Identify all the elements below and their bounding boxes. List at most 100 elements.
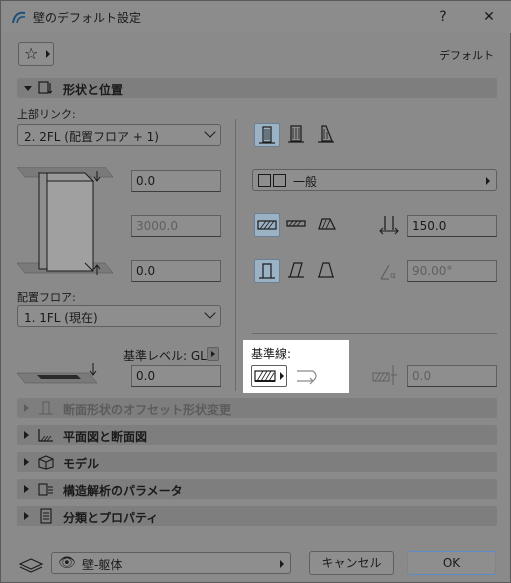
favorites-button[interactable]: ☆ (18, 42, 54, 66)
double-slant-icon (318, 262, 334, 278)
title-bar: 壁のデフォルト設定 ? ✕ (1, 1, 511, 33)
eye-icon: 👁 (58, 555, 76, 571)
profile-complex-button[interactable] (314, 213, 340, 237)
reference-line-label: 基準線: (251, 347, 292, 361)
flip-direction-icon[interactable] (293, 365, 323, 387)
default-label: デフォルト (439, 49, 494, 62)
structure-square-icon (258, 174, 271, 187)
wall-type-trapezoid-button[interactable] (284, 123, 310, 147)
geometry-positioning-icon (38, 81, 53, 94)
star-icon: ☆ (24, 44, 39, 63)
reference-level-value: 0.0 (136, 369, 156, 383)
top-link-dropdown[interactable]: 2. 2FL (配置フロア + 1) (17, 124, 221, 146)
reference-level-label: 基準レベル: GL (123, 349, 207, 363)
classification-document-icon (40, 508, 52, 524)
reference-line-icon (254, 370, 276, 382)
composite-profile-icon (286, 220, 306, 227)
wall-height-value: 3000.0 (136, 219, 178, 233)
trapezoid-wall-icon (288, 125, 304, 143)
model-box-icon (38, 455, 54, 470)
plan-section-icon (38, 429, 53, 442)
wall-height-diagram (17, 167, 114, 275)
wall-height-field: 3000.0 (131, 215, 221, 237)
wall-tool-icon (12, 11, 26, 24)
section-model-header[interactable]: モデル (17, 452, 497, 472)
wall-default-settings-dialog: 壁のデフォルト設定 ? ✕ ☆ デフォルト 形状と位置 上部リンク: 2. 2F… (0, 0, 511, 583)
ok-button[interactable]: OK (407, 551, 496, 575)
section-model-label: モデル (63, 457, 100, 471)
reference-level-diagram (17, 363, 98, 384)
slant-straight-button[interactable] (254, 259, 280, 283)
section-classification-header[interactable]: 分類とプロパティ (17, 506, 497, 526)
reference-line-divider (252, 333, 497, 334)
top-link-label: 上部リンク: (17, 108, 76, 121)
section-profile-offset-label: 断面形状のオフセット形状変更 (63, 403, 232, 417)
structure-type-dropdown[interactable]: 一般 (252, 169, 497, 191)
chevron-down-icon (204, 307, 216, 319)
complex-profile-icon (318, 218, 336, 230)
section-structural-label: 構造解析のパラメータ (63, 484, 183, 498)
top-offset-value: 0.0 (136, 174, 156, 188)
slant-angle-value: 90.00° (412, 264, 453, 278)
layer-icon (18, 558, 44, 573)
thickness-value: 150.0 (412, 219, 447, 233)
close-button[interactable]: ✕ (471, 5, 507, 29)
thickness-field[interactable]: 150.0 (407, 215, 497, 237)
expand-arrow-icon (24, 485, 29, 493)
section-geometry-header[interactable]: 形状と位置 (17, 78, 497, 98)
section-plan-section-label: 平面図と断面図 (63, 430, 148, 444)
reference-offset-field: 0.0 (407, 365, 497, 387)
expand-arrow-icon (24, 86, 32, 91)
layer-value: 壁-躯体 (82, 558, 123, 572)
home-story-value: 1. 1FL (現在) (24, 311, 98, 325)
chevron-down-icon (204, 126, 216, 138)
bottom-offset-value: 0.0 (136, 264, 156, 278)
slant-angle-icon: α (380, 264, 396, 281)
wall-type-polygonal-button[interactable] (314, 123, 340, 147)
profile-offset-icon (39, 401, 53, 415)
section-plan-section-header[interactable]: 平面図と断面図 (17, 425, 497, 445)
single-slant-icon (288, 262, 304, 278)
triangle-right-icon (280, 372, 284, 380)
slant-single-button[interactable] (284, 259, 310, 283)
section-profile-offset-header: 断面形状のオフセット形状変更 (17, 398, 497, 418)
structure-square-icon (273, 174, 286, 187)
polygonal-wall-icon (318, 125, 334, 143)
slant-angle-field: 90.00° (407, 260, 497, 282)
triangle-right-icon (46, 50, 50, 58)
help-button[interactable]: ? (425, 5, 461, 29)
section-geometry-label: 形状と位置 (63, 83, 124, 97)
top-link-value: 2. 2FL (配置フロア + 1) (24, 130, 159, 144)
profile-basic-button[interactable] (254, 213, 280, 237)
home-story-dropdown[interactable]: 1. 1FL (現在) (17, 305, 221, 327)
top-offset-field[interactable]: 0.0 (131, 170, 221, 192)
straight-slant-icon (259, 263, 275, 279)
thickness-icon (379, 216, 399, 235)
triangle-right-icon (280, 560, 284, 568)
slant-double-button[interactable] (314, 259, 340, 283)
bottom-offset-field[interactable]: 0.0 (131, 260, 221, 282)
cancel-button[interactable]: キャンセル (309, 551, 394, 575)
reference-level-field[interactable]: 0.0 (131, 365, 221, 387)
profile-composite-button[interactable] (284, 213, 310, 237)
expand-arrow-icon (24, 431, 29, 439)
reference-offset-icon (372, 365, 397, 385)
svg-text:α: α (390, 271, 396, 281)
section-classification-label: 分類とプロパティ (63, 511, 159, 525)
straight-wall-icon (259, 126, 275, 144)
layer-dropdown[interactable]: 👁 壁-躯体 (51, 552, 291, 574)
reference-line-picker[interactable] (251, 365, 287, 387)
structure-type-value: 一般 (293, 175, 318, 189)
reference-offset-value: 0.0 (412, 369, 432, 383)
column-divider (235, 119, 236, 391)
wall-type-straight-button[interactable] (254, 123, 280, 147)
expand-arrow-icon (24, 458, 29, 466)
basic-profile-icon (257, 220, 277, 230)
reference-level-picker[interactable] (207, 347, 219, 361)
section-structural-header[interactable]: 構造解析のパラメータ (17, 479, 497, 499)
window-title: 壁のデフォルト設定 (33, 11, 142, 25)
expand-arrow-icon (24, 404, 29, 412)
structural-analysis-icon (38, 483, 53, 496)
home-story-label: 配置フロア: (17, 291, 76, 304)
triangle-right-icon (486, 177, 490, 185)
